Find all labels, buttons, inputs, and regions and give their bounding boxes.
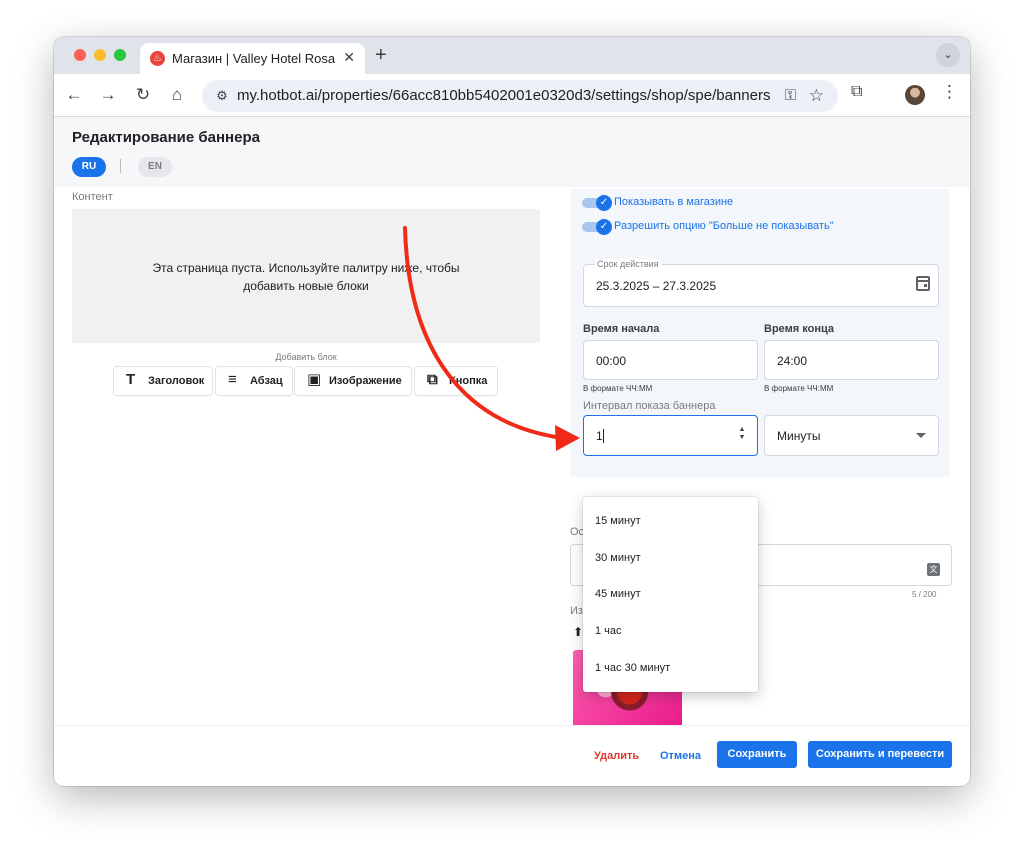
interval-option-label: 15 минут bbox=[595, 515, 641, 527]
new-tab-button[interactable]: + bbox=[375, 44, 387, 67]
language-tab-ru[interactable]: RU bbox=[72, 157, 106, 177]
page: Редактирование баннера RU EN Контент Эта… bbox=[54, 117, 970, 786]
add-block-label: Добавить блок bbox=[275, 352, 337, 362]
empty-message-line-2: добавить новые блоки bbox=[243, 279, 369, 293]
add-image-button[interactable]: ▣ Изображение bbox=[295, 367, 411, 395]
add-button-label: Кнопка bbox=[449, 375, 488, 387]
reload-icon[interactable]: ↻ bbox=[131, 83, 155, 107]
browser-toolbar: ← → ↻ ⌂ ⚙ my.hotbot.ai/properties/66acc8… bbox=[54, 74, 970, 117]
browser-window: ♨ Магазин | Valley Hotel Rosa Khutor ✕ +… bbox=[54, 37, 970, 786]
interval-unit-select[interactable]: Минуты bbox=[764, 415, 939, 456]
text-caret bbox=[603, 429, 604, 443]
close-window-button[interactable] bbox=[74, 49, 86, 61]
empty-canvas-message: Эта страница пуста. Используйте палитру … bbox=[72, 259, 540, 295]
save-and-translate-button[interactable]: Сохранить и перевести bbox=[808, 741, 952, 768]
url-text[interactable]: my.hotbot.ai/properties/66acc810bb540200… bbox=[237, 87, 770, 104]
end-time-input[interactable]: 24:00 bbox=[764, 340, 939, 380]
add-button-block-button[interactable]: ⧉ Кнопка bbox=[415, 367, 497, 395]
dropdown-arrow-icon bbox=[916, 433, 926, 438]
minimize-window-button[interactable] bbox=[94, 49, 106, 61]
add-paragraph-button[interactable]: ≡ Абзац bbox=[216, 367, 292, 395]
number-stepper-icon[interactable]: ▲ ▼ bbox=[737, 426, 747, 444]
language-divider bbox=[120, 159, 121, 173]
allow-dont-show-label: Разрешить опцию "Больше не показывать" bbox=[614, 220, 834, 232]
add-heading-label: Заголовок bbox=[148, 375, 205, 387]
interval-option-label: 1 час bbox=[595, 625, 622, 637]
upload-icon[interactable]: ⬆ bbox=[573, 625, 583, 639]
behind-field-label: Ос bbox=[570, 526, 585, 538]
interval-option[interactable]: 1 час 30 минут bbox=[583, 649, 758, 685]
page-header: Редактирование баннера RU EN bbox=[54, 117, 970, 187]
page-title: Редактирование баннера bbox=[72, 129, 260, 146]
button-block-icon: ⧉ bbox=[427, 371, 438, 388]
address-bar[interactable]: ⚙ my.hotbot.ai/properties/66acc810bb5402… bbox=[202, 80, 838, 112]
add-heading-button[interactable]: T Заголовок bbox=[114, 367, 212, 395]
interval-option[interactable]: 45 минут bbox=[583, 575, 758, 611]
show-in-shop-label: Показывать в магазине bbox=[614, 196, 734, 208]
interval-number-input[interactable]: 1 ▲ ▼ bbox=[583, 415, 758, 456]
content-section-label: Контент bbox=[72, 191, 113, 203]
validity-value: 25.3.2025 – 27.3.2025 bbox=[596, 279, 717, 293]
tab-title: Магазин | Valley Hotel Rosa Khutor bbox=[172, 51, 337, 66]
interval-option[interactable]: 1 час bbox=[583, 612, 758, 648]
hotbot-favicon-icon: ♨ bbox=[150, 51, 165, 66]
password-key-icon[interactable]: ⚿ bbox=[785, 84, 796, 108]
site-settings-icon[interactable]: ⚙ bbox=[210, 84, 234, 108]
end-time-label: Время конца bbox=[764, 323, 834, 335]
start-time-hint: В формате ЧЧ:ММ bbox=[583, 384, 653, 393]
save-button[interactable]: Сохранить bbox=[717, 741, 797, 768]
start-time-label: Время начала bbox=[583, 323, 660, 335]
interval-label: Интервал показа баннера bbox=[583, 400, 716, 412]
content-canvas[interactable]: Эта страница пуста. Используйте палитру … bbox=[72, 209, 540, 343]
home-icon[interactable]: ⌂ bbox=[165, 83, 189, 107]
browser-tab-active[interactable]: ♨ Магазин | Valley Hotel Rosa Khutor ✕ bbox=[140, 43, 365, 74]
interval-option-label: 45 минут bbox=[595, 588, 641, 600]
extensions-puzzle-icon[interactable]: ⧉ bbox=[851, 83, 862, 101]
start-time-input[interactable]: 00:00 bbox=[583, 340, 758, 380]
empty-message-line-1: Эта страница пуста. Используйте палитру … bbox=[152, 261, 460, 275]
interval-options-menu: 15 минут 30 минут 45 минут 1 час 1 час 3… bbox=[583, 497, 758, 692]
image-icon: ▣ bbox=[307, 371, 322, 388]
add-image-label: Изображение bbox=[329, 375, 402, 387]
character-counter: 5 / 200 bbox=[912, 590, 937, 599]
bookmark-star-icon[interactable]: ☆ bbox=[809, 84, 824, 108]
language-tab-en[interactable]: EN bbox=[138, 157, 172, 177]
end-time-value: 24:00 bbox=[777, 354, 808, 368]
interval-unit-value: Минуты bbox=[777, 429, 821, 443]
add-paragraph-label: Абзац bbox=[250, 375, 283, 387]
zoom-window-button[interactable] bbox=[114, 49, 126, 61]
tab-search-chevron-icon[interactable]: ⌄ bbox=[936, 43, 960, 67]
interval-option-label: 30 минут bbox=[595, 552, 641, 564]
check-icon: ✓ bbox=[596, 195, 612, 211]
image-field-label: Из bbox=[570, 605, 583, 617]
tab-close-icon[interactable]: ✕ bbox=[343, 49, 355, 66]
end-time-hint: В формате ЧЧ:ММ bbox=[764, 384, 834, 393]
interval-value: 1 bbox=[596, 429, 603, 443]
start-time-value: 00:00 bbox=[596, 354, 627, 368]
interval-option[interactable]: 15 минут bbox=[583, 502, 758, 538]
translate-icon[interactable]: 文 bbox=[927, 563, 940, 576]
validity-date-range-field[interactable]: Срок действия 25.3.2025 – 27.3.2025 bbox=[583, 259, 939, 307]
heading-icon: T bbox=[126, 371, 136, 388]
interval-option-label: 1 час 30 минут bbox=[595, 662, 671, 674]
tab-strip: ♨ Магазин | Valley Hotel Rosa Khutor ✕ +… bbox=[54, 37, 970, 74]
delete-button[interactable]: Удалить bbox=[594, 750, 639, 762]
browser-menu-icon[interactable]: ⋮ bbox=[941, 82, 958, 102]
validity-label: Срок действия bbox=[595, 259, 661, 269]
back-arrow-icon[interactable]: ← bbox=[62, 83, 86, 107]
interval-option[interactable]: 30 минут bbox=[583, 539, 758, 575]
form-footer: Удалить Отмена Сохранить Сохранить и пер… bbox=[54, 725, 970, 786]
calendar-icon[interactable] bbox=[916, 276, 930, 291]
check-icon: ✓ bbox=[596, 219, 612, 235]
banner-settings-panel: ✓ Показывать в магазине ✓ Разрешить опци… bbox=[570, 189, 950, 477]
profile-avatar[interactable] bbox=[905, 85, 925, 105]
forward-arrow-icon[interactable]: → bbox=[96, 83, 120, 107]
paragraph-icon: ≡ bbox=[228, 371, 237, 388]
cancel-button[interactable]: Отмена bbox=[660, 750, 701, 762]
